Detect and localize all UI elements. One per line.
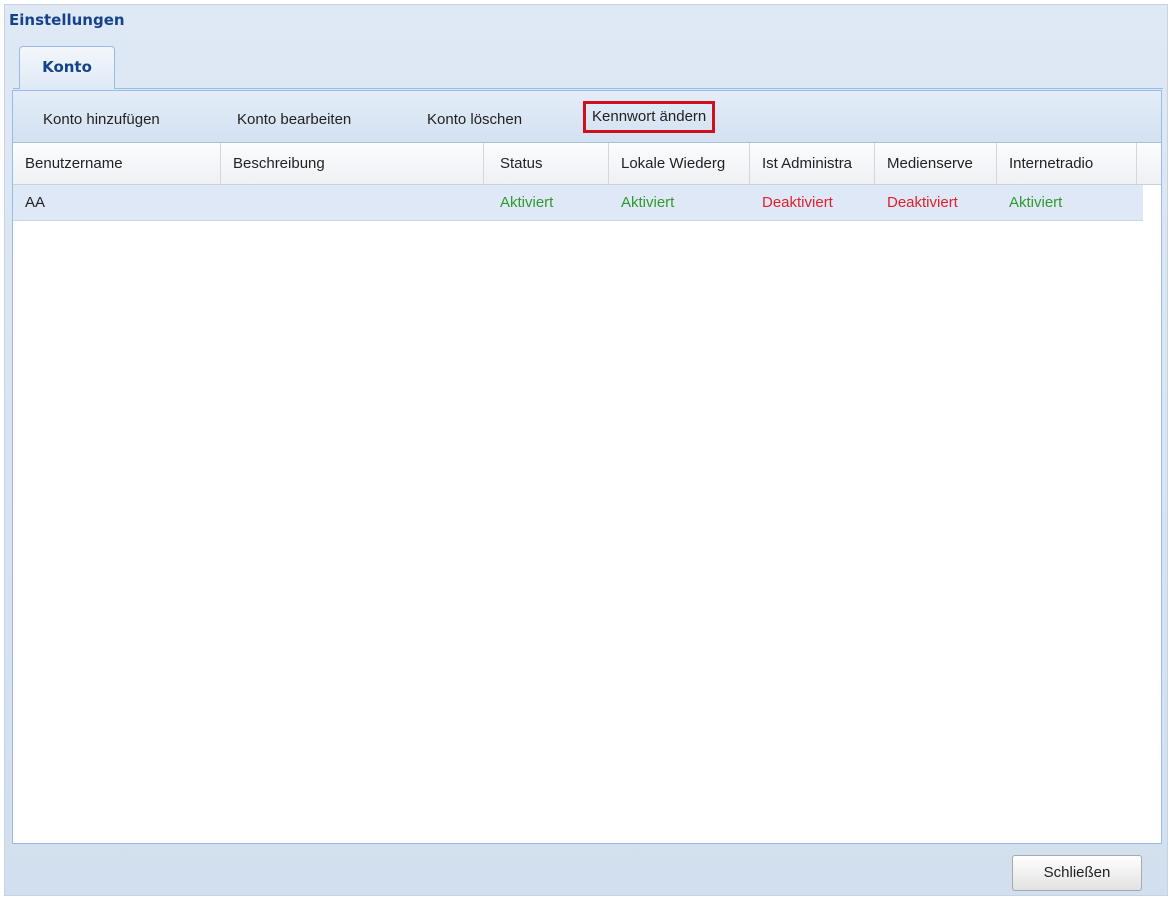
edit-account-button[interactable]: Konto bearbeiten xyxy=(237,106,351,134)
delete-account-button[interactable]: Konto löschen xyxy=(427,106,522,134)
table-header: Benutzername Beschreibung Status Lokale … xyxy=(13,143,1161,185)
tab-strip: Konto xyxy=(13,43,1163,89)
column-header-is-admin[interactable]: Ist Administra xyxy=(750,143,875,184)
column-header-username[interactable]: Benutzername xyxy=(13,143,221,184)
column-header-description[interactable]: Beschreibung xyxy=(221,143,484,184)
column-header-status[interactable]: Status xyxy=(484,143,609,184)
account-panel: Konto hinzufügen Konto bearbeiten Konto … xyxy=(12,90,1162,844)
internet-radio-cell: Aktiviert xyxy=(1009,194,1063,211)
account-toolbar: Konto hinzufügen Konto bearbeiten Konto … xyxy=(13,91,1161,143)
add-account-button[interactable]: Konto hinzufügen xyxy=(43,106,160,134)
table-row[interactable]: AA Aktiviert Aktiviert Deaktiviert Deakt… xyxy=(13,185,1143,221)
close-button[interactable]: Schließen xyxy=(1012,855,1142,891)
media-server-cell: Deaktiviert xyxy=(887,194,958,211)
description-cell xyxy=(221,185,484,221)
column-header-internet-radio[interactable]: Internetradio xyxy=(997,143,1137,184)
change-password-button[interactable]: Kennwort ändern xyxy=(583,101,716,133)
local-playback-cell: Aktiviert xyxy=(621,194,675,211)
tab-konto[interactable]: Konto xyxy=(19,46,115,89)
username-cell: AA xyxy=(25,194,46,211)
column-header-local-playback[interactable]: Lokale Wiederg xyxy=(609,143,750,184)
is-admin-cell: Deaktiviert xyxy=(762,194,833,211)
column-header-media-server[interactable]: Medienserve xyxy=(875,143,997,184)
window-title: Einstellungen xyxy=(9,11,125,29)
status-cell: Aktiviert xyxy=(500,194,554,211)
